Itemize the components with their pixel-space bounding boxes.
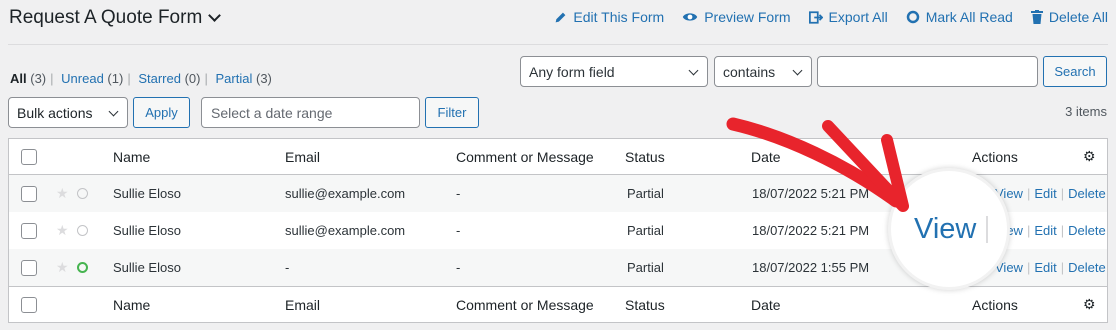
circle-icon	[906, 10, 919, 24]
operator-select[interactable]: contains	[714, 56, 812, 87]
edit-link[interactable]: Edit	[1034, 260, 1056, 275]
star-icon[interactable]: ★	[56, 212, 69, 249]
entry-name: Sullie Eloso	[113, 223, 181, 238]
view-unread[interactable]: Unread	[61, 71, 104, 86]
column-email: Email	[285, 148, 321, 165]
search-button[interactable]: Search	[1043, 56, 1107, 87]
star-icon[interactable]: ★	[56, 175, 69, 212]
entry-status: Partial	[627, 223, 664, 238]
header-divider	[8, 44, 1108, 45]
table-footer: Name Email Comment or Message Status Dat…	[9, 286, 1107, 322]
read-status-icon[interactable]	[77, 188, 88, 199]
entry-name: Sullie Eloso	[113, 186, 181, 201]
pencil-icon	[556, 12, 566, 22]
entry-date: 18/07/2022 1:55 PM	[752, 260, 870, 275]
delete-link[interactable]: Delete	[1068, 260, 1106, 275]
view-partial[interactable]: Partial	[216, 71, 253, 86]
column-date[interactable]: Date	[751, 287, 781, 322]
column-status[interactable]: Status	[625, 287, 665, 322]
entry-email: -	[285, 260, 290, 275]
chevron-down-icon	[208, 9, 222, 22]
edit-link[interactable]: Edit	[1034, 186, 1056, 201]
entry-name: Sullie Eloso	[113, 260, 181, 275]
select-all-checkbox[interactable]	[21, 148, 37, 165]
export-icon	[808, 10, 823, 24]
row-actions: View|Edit|Delete	[995, 186, 1106, 201]
edit-form-link[interactable]: Edit This Form	[554, 9, 664, 25]
gear-icon[interactable]: ⚙	[1083, 139, 1096, 174]
column-date[interactable]: Date	[751, 139, 781, 174]
column-comment: Comment or Message	[456, 148, 594, 165]
form-title-text: Request A Quote Form	[9, 7, 203, 28]
date-range-input[interactable]: Select a date range	[201, 97, 420, 128]
star-icon[interactable]: ★	[56, 249, 69, 286]
delete-link[interactable]: Delete	[1068, 223, 1106, 238]
export-all-link[interactable]: Export All	[808, 9, 888, 25]
entry-status: Partial	[627, 260, 664, 275]
entry-status: Partial	[627, 186, 664, 201]
row-checkbox[interactable]	[21, 259, 37, 276]
mark-all-read-link[interactable]: Mark All Read	[906, 9, 1013, 25]
row-actions: View|Edit|Delete	[995, 260, 1106, 275]
form-title[interactable]: Request A Quote Form	[9, 7, 222, 29]
entry-email: sullie@example.com	[285, 186, 406, 201]
apply-button[interactable]: Apply	[133, 97, 190, 128]
delete-all-link[interactable]: Delete All	[1030, 9, 1108, 25]
form-actions: Edit This Form Preview Form Export All M…	[554, 9, 1108, 25]
preview-form-link[interactable]: Preview Form	[682, 9, 791, 25]
items-count: 3 items	[1065, 104, 1107, 119]
entry-comment: -	[456, 260, 461, 275]
eye-icon	[682, 13, 698, 21]
chevron-down-icon	[688, 65, 699, 76]
chevron-down-icon	[792, 65, 803, 76]
row-actions: View|Edit|Delete	[995, 212, 1106, 249]
view-magnifier-callout: View	[888, 168, 1010, 290]
entry-comment: -	[456, 223, 461, 238]
trash-icon	[1030, 10, 1043, 24]
select-all-checkbox[interactable]	[21, 296, 37, 313]
entry-date: 18/07/2022 5:21 PM	[752, 186, 870, 201]
entry-views: All (3) | Unread (1) | Starred (0) | Partia…	[10, 71, 272, 86]
delete-link[interactable]: Delete	[1068, 186, 1106, 201]
view-starred[interactable]: Starred	[138, 71, 181, 86]
bulk-actions-select[interactable]: Bulk actions	[8, 97, 128, 128]
field-select[interactable]: Any form field	[520, 56, 708, 87]
gear-icon[interactable]: ⚙	[1083, 287, 1096, 322]
column-name: Name	[113, 148, 151, 165]
unread-status-icon[interactable]	[77, 262, 88, 273]
column-actions: Actions	[972, 296, 1018, 313]
row-checkbox[interactable]	[21, 222, 37, 239]
filter-button[interactable]: Filter	[425, 97, 479, 128]
edit-link[interactable]: Edit	[1034, 223, 1056, 238]
entry-comment: -	[456, 186, 461, 201]
search-input[interactable]	[817, 56, 1038, 87]
column-name: Name	[113, 296, 151, 313]
column-email: Email	[285, 296, 321, 313]
column-status[interactable]: Status	[625, 139, 665, 174]
entry-email: sullie@example.com	[285, 223, 406, 238]
row-checkbox[interactable]	[21, 185, 37, 202]
column-actions: Actions	[972, 148, 1018, 165]
view-all[interactable]: All	[10, 71, 27, 86]
read-status-icon[interactable]	[77, 225, 88, 236]
entry-date: 18/07/2022 5:21 PM	[752, 223, 870, 238]
magnified-view-link: View	[914, 212, 977, 245]
chevron-down-icon	[108, 106, 119, 117]
column-comment: Comment or Message	[456, 296, 594, 313]
